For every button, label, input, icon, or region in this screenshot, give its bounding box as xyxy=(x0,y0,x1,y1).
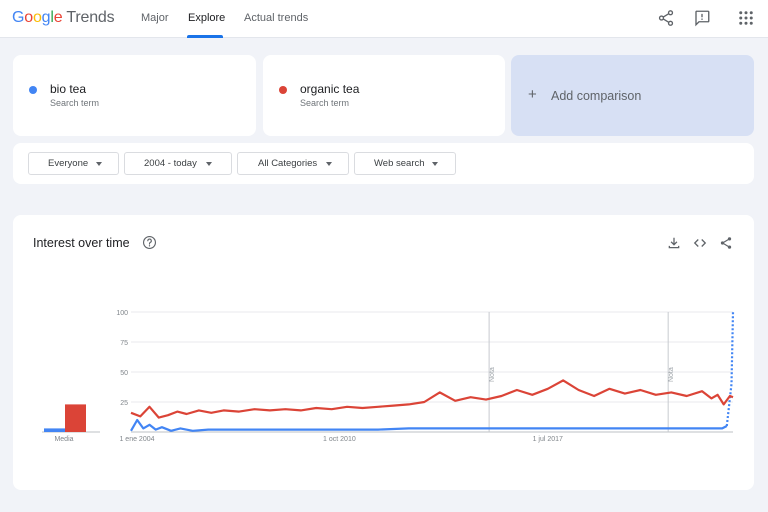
note-label: Nota xyxy=(668,367,675,382)
search-type-filter-dropdown[interactable]: Web search xyxy=(354,152,456,175)
y-tick-label: 100 xyxy=(116,310,128,317)
note-label: Nota xyxy=(489,367,496,382)
search-term-card-organic-tea[interactable]: organic tea Search term xyxy=(263,55,505,136)
average-bar-bio-tea xyxy=(44,428,65,432)
x-tick-label: 1 ene 2004 xyxy=(119,436,154,443)
filter-bar: Everyone 2004 - today All Categories Web… xyxy=(13,143,754,184)
top-bar: Google Trends Major Explore Actual trends xyxy=(0,0,768,38)
time-range-filter-dropdown[interactable]: 2004 - today xyxy=(124,152,232,175)
add-comparison-label: Add comparison xyxy=(551,89,642,103)
series-partial-line-bio-tea xyxy=(725,311,735,427)
y-tick-label: 75 xyxy=(120,340,128,347)
term-name: bio tea xyxy=(50,82,87,96)
average-label: Media xyxy=(54,436,73,443)
region-filter-dropdown[interactable]: Everyone xyxy=(28,152,119,175)
interest-over-time-card: Interest over time 100 75 50 25 1 ene 2004 1 … xyxy=(13,215,754,490)
active-tab-indicator xyxy=(187,35,223,38)
category-filter-dropdown[interactable]: All Categories xyxy=(237,152,349,175)
search-term-card-bio-tea[interactable]: bio tea Search term xyxy=(13,55,256,136)
y-tick-label: 50 xyxy=(120,370,128,377)
logo-letter: G xyxy=(12,9,25,26)
interest-over-time-chart: 100 75 50 25 1 ene 2004 1 oct 2010 1 jul 2017 N… xyxy=(42,310,735,443)
term-color-dot xyxy=(279,86,287,94)
chevron-down-icon xyxy=(96,162,102,166)
add-comparison-button[interactable]: + Add comparison xyxy=(511,55,754,136)
term-subtitle: Search term xyxy=(300,98,350,108)
y-tick-label: 25 xyxy=(120,400,128,407)
filter-label: Web search xyxy=(374,158,425,169)
average-bar-organic-tea xyxy=(65,404,86,432)
series-line-bio-tea xyxy=(130,418,728,432)
chevron-down-icon xyxy=(206,162,212,166)
logo-letter: o xyxy=(32,9,42,26)
tab-explore[interactable]: Explore xyxy=(188,12,225,24)
google-trends-logo[interactable]: Google Trends xyxy=(12,9,115,27)
filter-label: 2004 - today xyxy=(144,158,197,169)
feedback-icon[interactable] xyxy=(693,9,711,27)
logo-trends-text: Trends xyxy=(66,9,115,26)
tab-major[interactable]: Major xyxy=(141,12,169,24)
term-name: organic tea xyxy=(300,82,360,96)
plus-icon: + xyxy=(528,86,537,103)
chevron-down-icon xyxy=(432,162,438,166)
tab-actual-trends[interactable]: Actual trends xyxy=(244,12,308,24)
share-icon[interactable] xyxy=(657,9,675,27)
term-color-dot xyxy=(29,86,37,94)
apps-grid-icon[interactable] xyxy=(737,9,755,27)
term-subtitle: Search term xyxy=(50,98,100,108)
filter-label: All Categories xyxy=(258,158,318,169)
series-line-organic-tea xyxy=(130,379,734,419)
x-tick-label: 1 jul 2017 xyxy=(533,436,563,443)
filter-label: Everyone xyxy=(48,158,89,169)
logo-letter: o xyxy=(24,9,33,26)
logo-letter: e xyxy=(53,9,63,26)
x-tick-label: 1 oct 2010 xyxy=(323,436,356,443)
chevron-down-icon xyxy=(326,162,332,166)
